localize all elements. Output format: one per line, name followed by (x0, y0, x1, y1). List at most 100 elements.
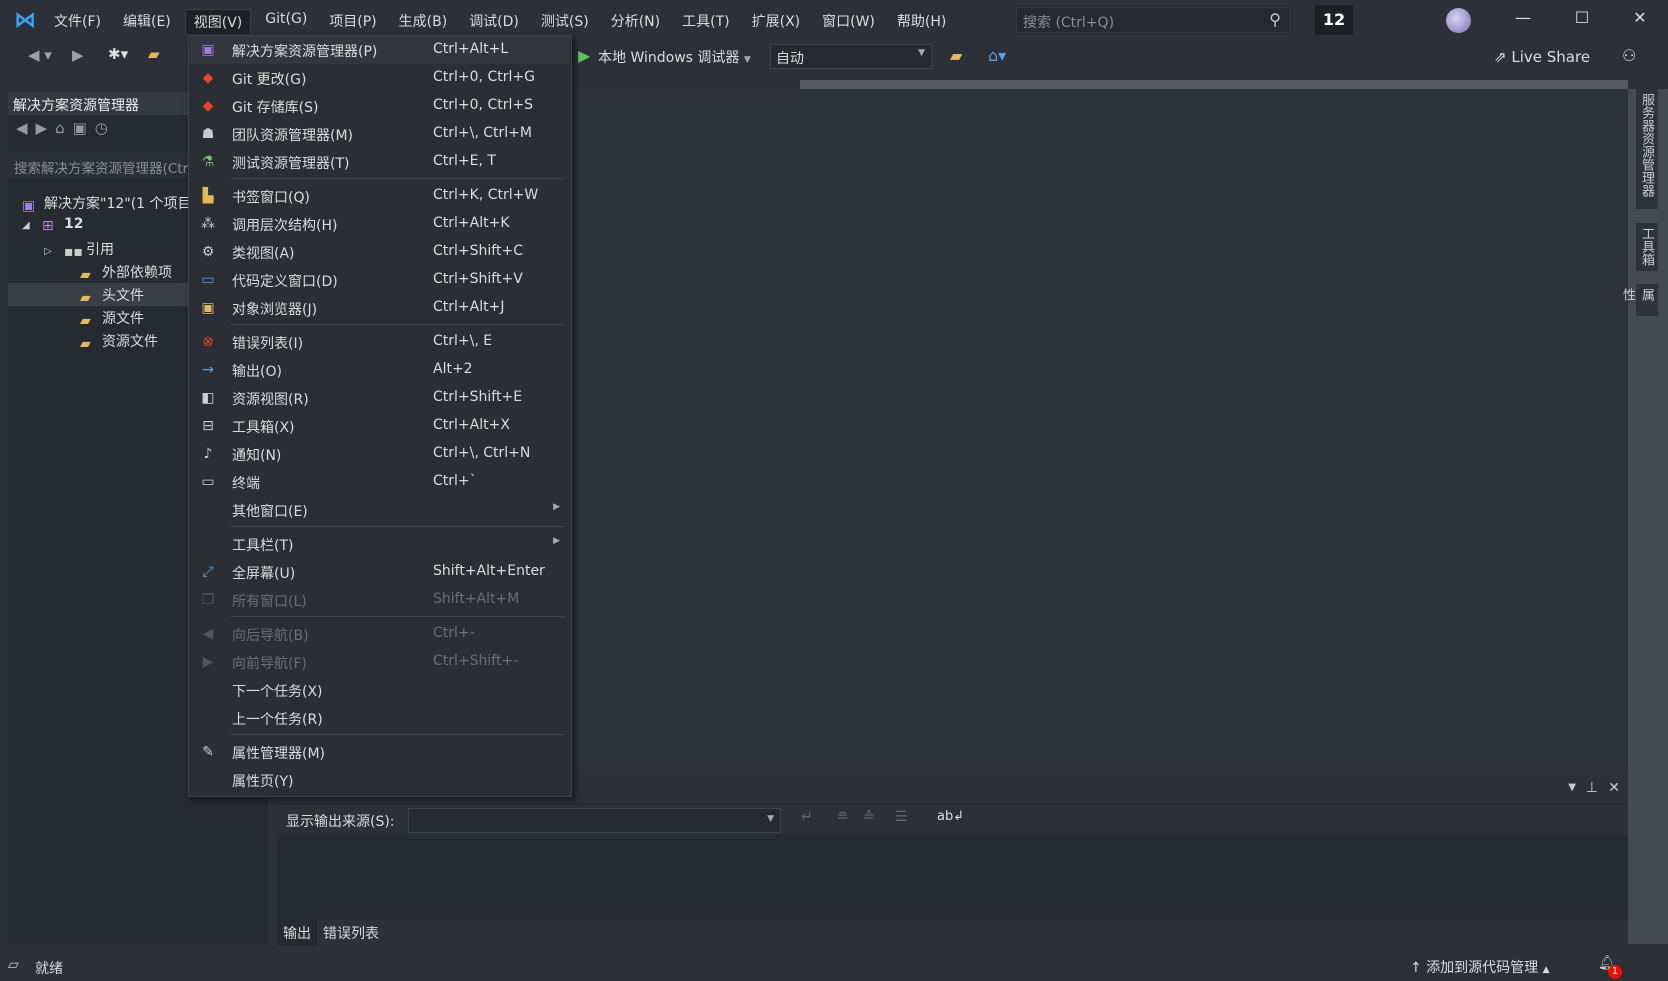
tab-properties[interactable]: 属性 (1620, 284, 1658, 316)
debugger-label: 本地 Windows 调试器 (598, 50, 740, 66)
live-share-button[interactable]: ⇗ Live Share (1494, 48, 1590, 66)
minimize-button[interactable]: — (1508, 8, 1538, 32)
menu-item[interactable]: ⚙ 类视图(A) Ctrl+Shift+C (190, 238, 570, 266)
status-bar: ▱ 就绪 ↑ 添加到源代码管理 ▲ 🔔︎ 1 (0, 952, 1668, 981)
menu-item-label: 下一个任务(X) (232, 684, 323, 700)
collapsed-arrow-icon[interactable]: ▷ (44, 246, 64, 257)
close-icon[interactable]: ✕ (1608, 780, 1620, 796)
share-icon: ⇗ (1494, 48, 1507, 66)
menu-item[interactable]: 工具栏(T) ▶ (190, 530, 570, 558)
menu-separator (231, 526, 565, 527)
debugger-button[interactable]: 本地 Windows 调试器 ▼ (598, 47, 751, 67)
source-control-button[interactable]: ↑ 添加到源代码管理 ▲ (1410, 957, 1550, 977)
menu-item-shortcut: Ctrl+- (433, 625, 475, 641)
menu-item-shortcut: Ctrl+0, Ctrl+G (433, 69, 535, 85)
menu-item[interactable]: ⚗ 测试资源管理器(T) Ctrl+E, T (190, 148, 570, 176)
menu-item[interactable]: ⤢ 全屏幕(U) Shift+Alt+Enter (190, 558, 570, 586)
menu-item[interactable]: ▣ 解决方案资源管理器(P) Ctrl+Alt+L (190, 36, 570, 64)
config-dropdown[interactable]: 自动 ▼ (770, 44, 932, 69)
forward-icon[interactable]: ▶ (72, 46, 84, 64)
menu-item-shortcut: Ctrl+Shift+C (433, 243, 523, 259)
menu-item-label: 向前导航(F) (232, 656, 307, 672)
pin-icon[interactable]: ⊥ (1586, 780, 1598, 796)
menu-item[interactable]: ◆ Git 存储库(S) Ctrl+0, Ctrl+S (190, 92, 570, 120)
menu-11[interactable]: 窗口(W) (814, 9, 883, 34)
menu-item-shortcut: Ctrl+Shift+- (433, 653, 519, 669)
tab-error-list[interactable]: 错误列表 (317, 920, 385, 946)
submenu-arrow-icon: ▶ (553, 502, 560, 512)
home-window-icon[interactable]: ⌂▾ (988, 46, 1006, 65)
menu-8[interactable]: 分析(N) (603, 9, 668, 34)
resource-view-icon: ◧ (201, 390, 215, 406)
menu-item-label: 全屏幕(U) (232, 566, 296, 582)
expanded-arrow-icon[interactable]: ◢ (22, 220, 42, 231)
folder-icon: ▰ (80, 313, 91, 329)
menu-item[interactable]: ▭ 代码定义窗口(D) Ctrl+Shift+V (190, 266, 570, 294)
menu-item[interactable]: → 输出(O) Alt+2 (190, 356, 570, 384)
menu-2[interactable]: 视图(V) (184, 9, 252, 34)
menu-item[interactable]: ✎ 属性管理器(M) (190, 738, 570, 766)
menu-7[interactable]: 测试(S) (533, 9, 597, 34)
close-button[interactable]: ✕ (1625, 8, 1655, 32)
find-in-files-icon[interactable]: ▰ (950, 46, 962, 65)
menu-item[interactable]: 下一个任务(X) (190, 676, 570, 704)
maximize-button[interactable]: ☐ (1567, 8, 1597, 32)
new-project-icon[interactable]: ✱▾ (108, 45, 128, 63)
menu-item[interactable]: ⊟ 工具箱(X) Ctrl+Alt+X (190, 412, 570, 440)
menu-3[interactable]: Git(G) (257, 9, 315, 34)
menu-separator (231, 734, 565, 735)
menu-item[interactable]: ⁂ 调用层次结构(H) Ctrl+Alt+K (190, 210, 570, 238)
chevron-down-icon: ▼ (767, 814, 774, 824)
word-wrap-icon[interactable]: ab↲ (937, 809, 964, 824)
menu-10[interactable]: 扩展(X) (744, 9, 809, 34)
menu-item-shortcut: Ctrl+Alt+X (433, 417, 510, 433)
go-to-line-icon[interactable]: ↵ (801, 809, 813, 825)
search-input[interactable]: 搜索 (Ctrl+Q) ⚲ (1016, 7, 1290, 33)
output-tabs: 输出 错误列表 (277, 920, 1628, 946)
output-content[interactable] (277, 838, 1628, 918)
menu-item[interactable]: ▣ 对象浏览器(J) Ctrl+Alt+J (190, 294, 570, 322)
menu-item-label: 属性页(Y) (232, 774, 294, 790)
menu-item[interactable]: 属性页(Y) (190, 766, 570, 794)
menu-item[interactable]: ◧ 资源视图(R) Ctrl+Shift+E (190, 384, 570, 412)
menu-item[interactable]: ☗ 团队资源管理器(M) Ctrl+\, Ctrl+M (190, 120, 570, 148)
tab-output[interactable]: 输出 (277, 920, 317, 946)
tab-toolbox[interactable]: 工具箱 (1636, 223, 1658, 271)
menu-item[interactable]: ▙ 书签窗口(Q) Ctrl+K, Ctrl+W (190, 182, 570, 210)
clear-all-icon[interactable]: ☰ (895, 809, 908, 825)
tab-server-explorer[interactable]: 服务器资源管理器 (1636, 89, 1658, 209)
menu-0[interactable]: 文件(F) (46, 9, 109, 34)
open-folder-icon[interactable]: ▰ (148, 45, 160, 63)
solution-explorer-icon: ▣ (201, 42, 215, 58)
menu-item[interactable]: ◆ Git 更改(G) Ctrl+0, Ctrl+G (190, 64, 570, 92)
solution-name-badge[interactable]: 12 (1315, 5, 1353, 35)
menu-item[interactable]: 上一个任务(R) (190, 704, 570, 732)
menu-item[interactable]: ♪ 通知(N) Ctrl+\, Ctrl+N (190, 440, 570, 468)
menu-6[interactable]: 调试(D) (461, 9, 527, 34)
notifications-bell-icon[interactable]: 🔔︎ 1 (1598, 955, 1622, 979)
menu-item[interactable]: ❐ 所有窗口(L) Shift+Alt+M (190, 586, 570, 614)
avatar[interactable] (1446, 8, 1471, 33)
feedback-icon[interactable]: ⚇ (1622, 46, 1636, 65)
menu-1[interactable]: 编辑(E) (115, 9, 179, 34)
output-source-dropdown[interactable]: ▼ (408, 808, 781, 833)
menu-item-label: 终端 (232, 476, 260, 492)
menu-item[interactable]: ⊗ 错误列表(I) Ctrl+\, E (190, 328, 570, 356)
menu-4[interactable]: 项目(P) (321, 9, 384, 34)
previous-message-icon[interactable]: ≘ (837, 809, 849, 825)
menu-item[interactable]: ▶ 向前导航(F) Ctrl+Shift+- (190, 648, 570, 676)
next-message-icon[interactable]: ≙ (863, 809, 875, 825)
menu-item[interactable]: ◀ 向后导航(B) Ctrl+- (190, 620, 570, 648)
tree-item-label: 资源文件 (102, 334, 158, 350)
back-icon[interactable]: ◀ ▾ (28, 46, 52, 64)
start-debugging-icon[interactable]: ▶ (578, 46, 590, 65)
chevron-down-icon: ▼ (743, 55, 751, 65)
menu-item-label: 通知(N) (232, 448, 282, 464)
menu-5[interactable]: 生成(B) (391, 9, 456, 34)
chevron-down-icon[interactable]: ▼ (1568, 782, 1576, 793)
menu-9[interactable]: 工具(T) (674, 9, 737, 34)
menu-12[interactable]: 帮助(H) (889, 9, 954, 34)
menu-item[interactable]: ▭ 终端 Ctrl+` (190, 468, 570, 496)
navigate-back-icon: ◀ (202, 626, 214, 642)
menu-item[interactable]: 其他窗口(E) ▶ (190, 496, 570, 524)
